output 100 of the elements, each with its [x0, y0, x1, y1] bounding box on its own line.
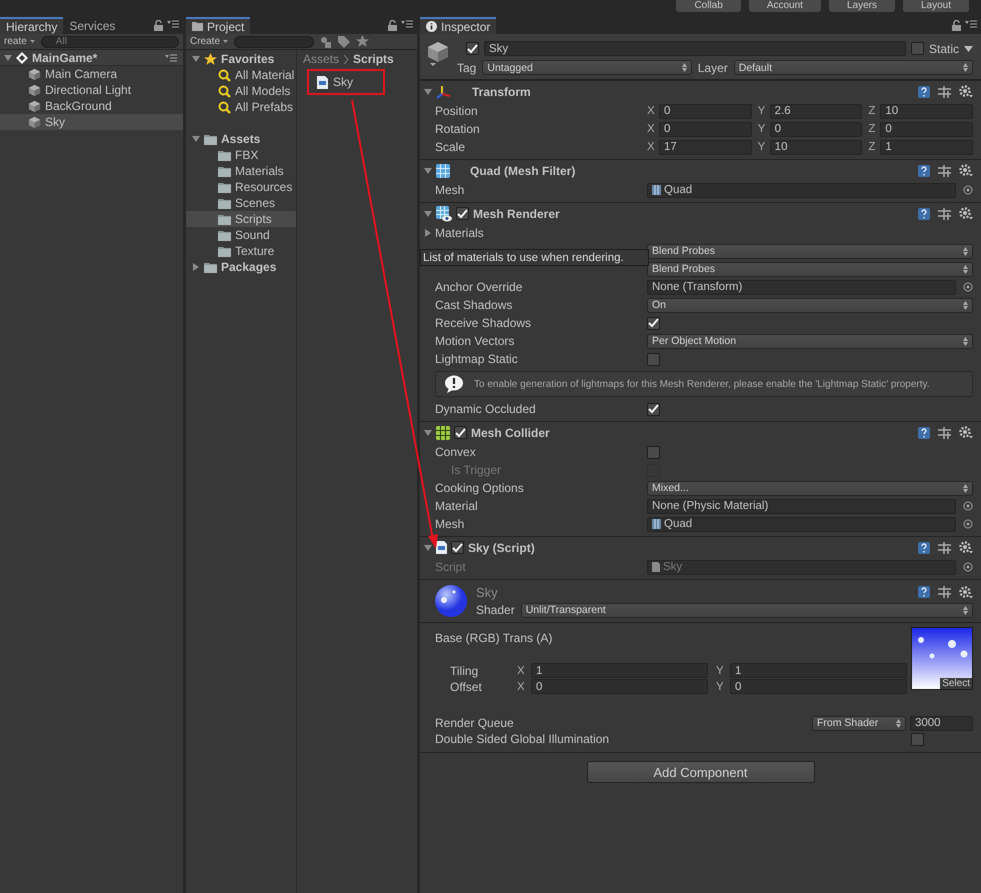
component-title[interactable]: Sky (Script) — [468, 540, 535, 554]
preset-sliders-icon[interactable] — [938, 586, 951, 598]
number-field[interactable]: 0 — [770, 122, 862, 136]
file-item[interactable]: Sky — [307, 69, 386, 95]
number-field[interactable]: 0 — [531, 679, 708, 694]
expand-caret-icon[interactable] — [4, 54, 12, 62]
folder-item[interactable]: Resources — [186, 179, 296, 195]
collapse-caret-icon[interactable] — [424, 428, 432, 436]
preset-sliders-icon[interactable] — [938, 542, 951, 554]
hierarchy-item[interactable]: Directional Light — [0, 82, 183, 98]
preset-sliders-icon[interactable] — [938, 208, 951, 220]
hierarchy-item[interactable]: Main Camera — [0, 66, 183, 82]
object-picker-icon[interactable] — [963, 562, 973, 572]
number-field[interactable]: 1 — [880, 140, 974, 154]
menu-icon[interactable] — [401, 20, 413, 28]
dropdown[interactable]: Per Object Motion — [647, 334, 973, 348]
static-checkbox[interactable] — [910, 42, 924, 55]
object-field[interactable]: Quad — [647, 182, 956, 198]
menu-icon[interactable] — [165, 54, 177, 62]
toolbar-button[interactable]: Layers — [828, 0, 895, 12]
add-component-button[interactable]: Add Component — [586, 761, 814, 783]
settings-icon[interactable] — [959, 207, 973, 220]
settings-icon[interactable] — [959, 426, 973, 439]
folder-item[interactable]: Scenes — [186, 195, 296, 211]
number-field[interactable]: 10 — [770, 140, 862, 154]
foldout-caret-icon[interactable] — [424, 229, 432, 237]
settings-icon[interactable] — [959, 85, 973, 98]
help-icon[interactable] — [918, 426, 930, 438]
number-field[interactable]: 0 — [730, 679, 907, 694]
component-title[interactable]: Mesh Collider — [471, 426, 550, 440]
favorite-item[interactable]: All Models — [186, 83, 296, 99]
collapse-caret-icon[interactable] — [424, 88, 432, 96]
hierarchy-item[interactable]: BackGround — [0, 98, 183, 114]
lock-icon[interactable] — [154, 20, 163, 31]
favorite-item[interactable]: All Material — [186, 67, 296, 83]
panel-tab[interactable]: Inspector — [420, 17, 496, 34]
collapse-caret-icon[interactable] — [424, 166, 432, 174]
dropdown[interactable]: Mixed... — [647, 480, 973, 496]
hierarchy-item[interactable]: Sky — [0, 114, 183, 130]
folder-item[interactable]: Packages — [221, 260, 276, 274]
shader-dropdown[interactable]: Unlit/Transparent — [520, 602, 973, 618]
panel-tab[interactable]: Services — [63, 17, 122, 34]
breadcrumb-item[interactable]: Assets — [303, 52, 340, 66]
active-checkbox[interactable] — [466, 42, 479, 55]
help-icon[interactable] — [918, 86, 930, 98]
menu-icon[interactable] — [965, 20, 977, 28]
folder-item[interactable]: Materials — [186, 163, 296, 179]
breadcrumb-item[interactable]: Scripts — [353, 52, 394, 66]
number-field[interactable]: 2.6 — [770, 104, 862, 118]
folder-item[interactable]: Scripts — [186, 211, 296, 227]
collapse-caret-icon[interactable] — [424, 210, 432, 218]
caret-icon[interactable] — [964, 46, 973, 52]
dropdown[interactable]: From Shader — [812, 716, 906, 730]
collapse-caret-icon[interactable] — [424, 544, 432, 552]
lock-icon[interactable] — [952, 20, 961, 31]
enable-checkbox[interactable] — [456, 207, 469, 220]
enable-checkbox[interactable] — [451, 541, 464, 554]
checkbox[interactable] — [647, 446, 660, 458]
component-title[interactable]: Mesh Renderer — [473, 206, 560, 220]
help-icon[interactable] — [918, 586, 930, 598]
folder-item[interactable]: Sound — [186, 227, 296, 243]
object-picker-icon[interactable] — [963, 282, 973, 292]
enable-checkbox[interactable] — [454, 426, 467, 439]
number-field[interactable]: 0 — [880, 122, 974, 136]
preset-sliders-icon[interactable] — [938, 164, 951, 176]
object-picker-icon[interactable] — [963, 185, 973, 195]
number-field[interactable]: 3000 — [910, 716, 973, 730]
search-field[interactable] — [234, 36, 314, 48]
foldout-label[interactable]: Materials — [432, 226, 644, 240]
dropdown[interactable]: Blend Probes — [647, 262, 973, 276]
component-title[interactable]: Transform — [472, 84, 531, 98]
help-icon[interactable] — [918, 164, 930, 176]
select-button[interactable]: Select — [940, 678, 972, 689]
dropdown[interactable]: Blend Probes — [647, 244, 973, 258]
toolbar-button[interactable]: Account — [748, 0, 821, 12]
help-icon[interactable] — [918, 542, 930, 554]
checkbox[interactable] — [647, 352, 660, 366]
menu-icon[interactable] — [167, 20, 179, 28]
number-field[interactable]: 10 — [880, 104, 974, 118]
component-title[interactable]: Quad (Mesh Filter) — [470, 164, 576, 178]
help-icon[interactable] — [918, 208, 930, 220]
favorite-item[interactable]: All Prefabs — [186, 99, 296, 115]
layer-dropdown[interactable]: Default — [734, 60, 973, 75]
number-field[interactable]: 0 — [659, 122, 752, 136]
folder-item[interactable]: FBX — [186, 147, 296, 163]
settings-icon[interactable] — [959, 586, 973, 598]
expand-caret-icon[interactable] — [192, 55, 200, 63]
dropdown[interactable]: On — [647, 298, 973, 312]
checkbox[interactable] — [647, 402, 660, 416]
number-field[interactable]: 0 — [659, 104, 752, 118]
object-field[interactable]: None (Transform) — [647, 280, 956, 294]
tag-dropdown[interactable]: Untagged — [482, 60, 692, 75]
object-field[interactable]: Quad — [647, 516, 956, 532]
preset-sliders-icon[interactable] — [938, 426, 951, 438]
toolbar-button[interactable]: Collab — [676, 0, 741, 12]
lock-icon[interactable] — [388, 20, 397, 31]
expand-caret-icon[interactable] — [192, 263, 200, 271]
folder-item[interactable]: Texture — [186, 243, 296, 259]
number-field[interactable]: 17 — [659, 140, 752, 154]
expand-caret-icon[interactable] — [192, 135, 200, 143]
